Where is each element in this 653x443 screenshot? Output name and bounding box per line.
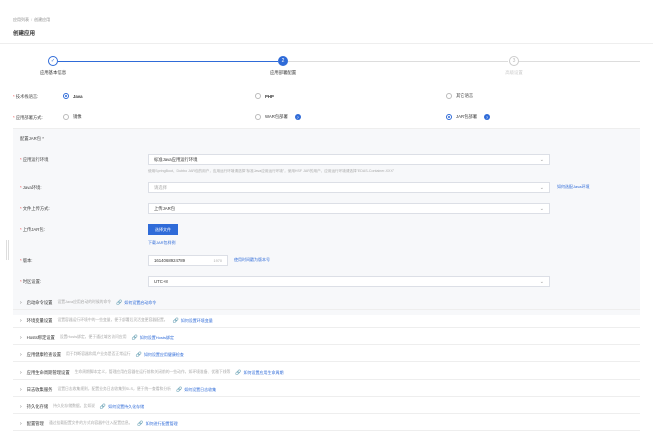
chevron-down-icon: ⌄ [539, 156, 544, 163]
upload-jar-label: *上传JAR包: [20, 227, 45, 232]
radio-dot-icon [255, 93, 261, 99]
radio-dot-icon [446, 114, 452, 120]
radio-war[interactable]: WAR包部署? [255, 114, 301, 120]
collapse-lifecycle[interactable]: › 应用生命周期管理设置 生命周期脚本定义，管理应用在容器在运行前和关闭前的一些… [13, 366, 640, 380]
chevron-right-icon: › [20, 334, 22, 341]
radio-jar[interactable]: JAR包部署? [446, 114, 491, 120]
link-icon: 🔗 [175, 386, 183, 393]
help-icon[interactable]: ? [294, 114, 301, 120]
link-icon: 🔗 [116, 299, 123, 306]
radio-dot-icon [255, 114, 261, 120]
link-icon: 🔗 [137, 420, 144, 427]
drag-handle[interactable] [6, 240, 9, 260]
download-sample-link[interactable]: 下载JAR包样例 [148, 240, 176, 246]
java-env-select[interactable]: 请选择 ⌄ [148, 182, 550, 193]
link-icon: 🔗 [172, 317, 179, 324]
step-1-check-icon: ✓ [48, 56, 58, 66]
step-line-3 [518, 61, 640, 62]
chevron-down-icon: ⌄ [539, 184, 544, 191]
radio-dot-icon [446, 93, 452, 99]
chevron-down-icon: ⌄ [539, 278, 544, 285]
chevron-right-icon: › [20, 403, 22, 410]
breadcrumb-root-link[interactable]: 应用列表 [13, 17, 29, 22]
breadcrumb-current: 创建应用 [34, 17, 51, 22]
timezone-label: *时区设置: [20, 279, 42, 284]
header-divider [0, 43, 653, 44]
step-3-label: 高级设置 [505, 70, 523, 75]
deploy-mode-label: *应用部署方式: [13, 115, 43, 120]
tech-stack-label: *技术栈语言: [13, 94, 39, 99]
chevron-right-icon: › [20, 420, 22, 427]
link-icon: 🔗 [235, 369, 242, 376]
upload-mode-select[interactable]: 上传JAR包 ⌄ [148, 203, 550, 214]
step-line-1 [58, 61, 278, 62]
step-3-indicator: 3 [509, 56, 519, 66]
page-title: 创建应用 [13, 31, 36, 37]
radio-dot-icon [63, 93, 69, 99]
chevron-down-icon: ⌄ [539, 205, 544, 212]
upload-mode-label: *文件上传方式: [20, 206, 50, 211]
java-env-label: *Java环境: [20, 185, 42, 190]
step-2-label: 应用部署配置 [269, 70, 297, 75]
version-char-count: 1970 [213, 258, 222, 263]
breadcrumb: 应用列表 / 创建应用 [13, 17, 50, 23]
env-select[interactable]: 标准Java应用运行环境 ⌄ [148, 154, 550, 165]
link-icon: 🔗 [99, 403, 107, 410]
link-icon: 🔗 [131, 334, 138, 341]
collapse-hosts-binding[interactable]: › Hosts绑定设置 设置Hosts绑定，便于通过域名访问应用 🔗 如何设置Ho… [13, 331, 640, 345]
radio-other-language[interactable]: 其它语言 [446, 93, 473, 99]
version-label: *版本: [20, 258, 33, 263]
env-label: *应用运行环境 [20, 157, 49, 162]
chevron-right-icon: › [20, 386, 22, 393]
jar-section-title: 配置JAR包 * [20, 136, 44, 141]
env-hint: 使用SpringBoot、Dubbo JAR包的用户，应用运行环境请选择"标准J… [148, 169, 395, 173]
breadcrumb-separator: / [31, 17, 33, 22]
chevron-right-icon: › [20, 369, 22, 376]
select-file-button[interactable]: 选择文件 [148, 224, 178, 235]
timestamp-version-link[interactable]: 使用时间戳为版本号 [234, 257, 270, 263]
radio-image[interactable]: 镜像 [63, 114, 82, 120]
step-1-label: 应用基本信息 [39, 70, 67, 75]
collapse-env-vars[interactable]: › 环境变量设置 设置容器运行环境中的一些变量，便于部署后灵活变更容器配置。 🔗… [13, 314, 640, 328]
timezone-select[interactable]: UTC+8 ⌄ [148, 276, 550, 287]
help-icon[interactable]: ? [484, 114, 491, 120]
chevron-right-icon: › [20, 351, 22, 358]
collapse-health-check[interactable]: › 应用健康检查设置 用于判断容器和用户业务是否正常运行 🔗 如何设置应用健康检查 [13, 348, 640, 362]
collapse-persistent-storage[interactable]: › 持久化存储 持久化存储数据，比如说 🔗 如何设置持久化存储 [13, 400, 640, 414]
version-input[interactable]: 1614068924789 1970 [148, 255, 228, 266]
collapse-startup-command[interactable]: › 启动命令设置 设置Java应用启动的时候的命令 🔗 如何设置启动命令 [13, 296, 640, 310]
step-2-indicator: 2 [278, 56, 288, 66]
java-env-help-link[interactable]: 如何选配Java环境 [557, 184, 589, 190]
radio-java[interactable]: Java [63, 93, 83, 99]
chevron-right-icon: › [20, 317, 22, 324]
collapse-log-collection[interactable]: › 日志收集服务 设置日志收集规则，配置业务日志收集到SLS，便于统一查看和分析… [13, 383, 640, 397]
radio-dot-icon [63, 114, 69, 120]
link-icon: 🔗 [135, 351, 142, 358]
chevron-right-icon: › [20, 299, 22, 306]
collapse-config-management[interactable]: › 配置管理 通过挂载配置文件的方式向容器中注入配置信息。 🔗 如何进行配置管理 [13, 417, 640, 431]
step-line-2 [288, 61, 508, 62]
radio-php[interactable]: PHP [255, 93, 274, 99]
